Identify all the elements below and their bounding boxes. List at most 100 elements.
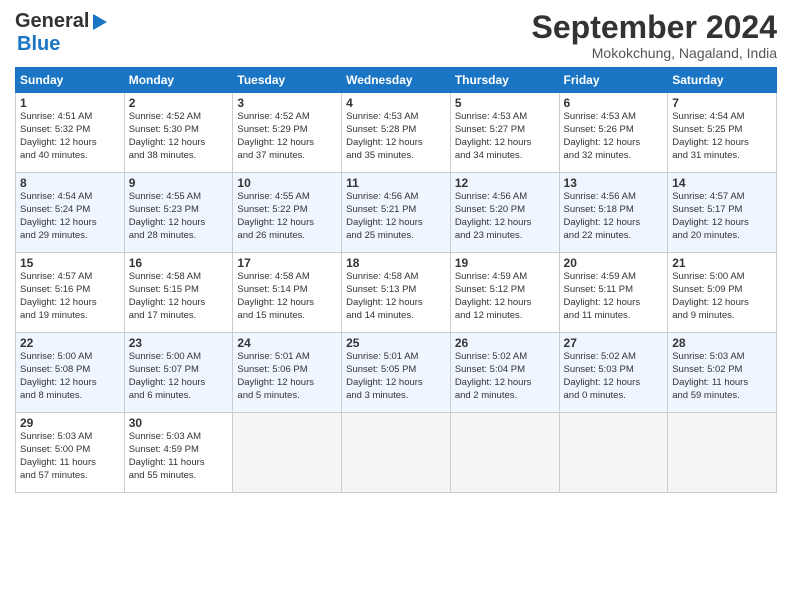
day-info: Sunrise: 4:55 AM Sunset: 5:22 PM Dayligh… (237, 191, 337, 242)
calendar-cell: 10Sunrise: 4:55 AM Sunset: 5:22 PM Dayli… (233, 173, 342, 253)
day-info: Sunrise: 5:00 AM Sunset: 5:08 PM Dayligh… (20, 351, 120, 402)
day-info: Sunrise: 4:52 AM Sunset: 5:30 PM Dayligh… (129, 111, 229, 162)
calendar-cell: 21Sunrise: 5:00 AM Sunset: 5:09 PM Dayli… (668, 253, 777, 333)
weekday-header-friday: Friday (559, 68, 668, 93)
calendar-cell: 19Sunrise: 4:59 AM Sunset: 5:12 PM Dayli… (450, 253, 559, 333)
day-info: Sunrise: 5:03 AM Sunset: 4:59 PM Dayligh… (129, 431, 229, 482)
calendar-cell: 7Sunrise: 4:54 AM Sunset: 5:25 PM Daylig… (668, 93, 777, 173)
calendar-table: SundayMondayTuesdayWednesdayThursdayFrid… (15, 67, 777, 493)
calendar-cell: 28Sunrise: 5:03 AM Sunset: 5:02 PM Dayli… (668, 333, 777, 413)
day-number: 21 (672, 256, 772, 270)
header: General Blue September 2024 Mokokchung, … (15, 10, 777, 61)
day-number: 6 (564, 96, 664, 110)
week-row-5: 29Sunrise: 5:03 AM Sunset: 5:00 PM Dayli… (16, 413, 777, 493)
calendar-cell: 24Sunrise: 5:01 AM Sunset: 5:06 PM Dayli… (233, 333, 342, 413)
calendar-cell: 18Sunrise: 4:58 AM Sunset: 5:13 PM Dayli… (342, 253, 451, 333)
calendar-cell: 25Sunrise: 5:01 AM Sunset: 5:05 PM Dayli… (342, 333, 451, 413)
day-info: Sunrise: 5:01 AM Sunset: 5:06 PM Dayligh… (237, 351, 337, 402)
day-info: Sunrise: 4:53 AM Sunset: 5:26 PM Dayligh… (564, 111, 664, 162)
day-info: Sunrise: 5:03 AM Sunset: 5:00 PM Dayligh… (20, 431, 120, 482)
calendar-cell (450, 413, 559, 493)
day-number: 7 (672, 96, 772, 110)
calendar-cell (668, 413, 777, 493)
calendar-cell: 2Sunrise: 4:52 AM Sunset: 5:30 PM Daylig… (124, 93, 233, 173)
day-info: Sunrise: 4:58 AM Sunset: 5:13 PM Dayligh… (346, 271, 446, 322)
calendar-container: General Blue September 2024 Mokokchung, … (0, 0, 792, 612)
calendar-cell: 22Sunrise: 5:00 AM Sunset: 5:08 PM Dayli… (16, 333, 125, 413)
day-info: Sunrise: 4:57 AM Sunset: 5:17 PM Dayligh… (672, 191, 772, 242)
day-number: 16 (129, 256, 229, 270)
calendar-cell: 13Sunrise: 4:56 AM Sunset: 5:18 PM Dayli… (559, 173, 668, 253)
day-number: 1 (20, 96, 120, 110)
day-number: 2 (129, 96, 229, 110)
weekday-header-monday: Monday (124, 68, 233, 93)
day-number: 3 (237, 96, 337, 110)
day-info: Sunrise: 4:58 AM Sunset: 5:15 PM Dayligh… (129, 271, 229, 322)
calendar-cell: 8Sunrise: 4:54 AM Sunset: 5:24 PM Daylig… (16, 173, 125, 253)
day-number: 22 (20, 336, 120, 350)
weekday-header-thursday: Thursday (450, 68, 559, 93)
week-row-4: 22Sunrise: 5:00 AM Sunset: 5:08 PM Dayli… (16, 333, 777, 413)
calendar-cell: 23Sunrise: 5:00 AM Sunset: 5:07 PM Dayli… (124, 333, 233, 413)
weekday-header-sunday: Sunday (16, 68, 125, 93)
day-info: Sunrise: 4:54 AM Sunset: 5:24 PM Dayligh… (20, 191, 120, 242)
day-number: 26 (455, 336, 555, 350)
calendar-cell: 26Sunrise: 5:02 AM Sunset: 5:04 PM Dayli… (450, 333, 559, 413)
calendar-cell: 11Sunrise: 4:56 AM Sunset: 5:21 PM Dayli… (342, 173, 451, 253)
calendar-cell: 3Sunrise: 4:52 AM Sunset: 5:29 PM Daylig… (233, 93, 342, 173)
day-number: 9 (129, 176, 229, 190)
title-area: September 2024 Mokokchung, Nagaland, Ind… (532, 10, 777, 61)
logo-blue: Blue (17, 33, 60, 56)
day-info: Sunrise: 4:56 AM Sunset: 5:18 PM Dayligh… (564, 191, 664, 242)
day-number: 13 (564, 176, 664, 190)
weekday-header-tuesday: Tuesday (233, 68, 342, 93)
day-number: 25 (346, 336, 446, 350)
day-info: Sunrise: 4:51 AM Sunset: 5:32 PM Dayligh… (20, 111, 120, 162)
day-number: 11 (346, 176, 446, 190)
day-info: Sunrise: 4:52 AM Sunset: 5:29 PM Dayligh… (237, 111, 337, 162)
calendar-cell (559, 413, 668, 493)
calendar-cell: 15Sunrise: 4:57 AM Sunset: 5:16 PM Dayli… (16, 253, 125, 333)
day-number: 18 (346, 256, 446, 270)
day-number: 15 (20, 256, 120, 270)
calendar-cell: 14Sunrise: 4:57 AM Sunset: 5:17 PM Dayli… (668, 173, 777, 253)
logo-general: General (15, 10, 89, 33)
day-number: 4 (346, 96, 446, 110)
day-number: 30 (129, 416, 229, 430)
month-title: September 2024 (532, 10, 777, 45)
day-info: Sunrise: 4:58 AM Sunset: 5:14 PM Dayligh… (237, 271, 337, 322)
day-info: Sunrise: 4:53 AM Sunset: 5:27 PM Dayligh… (455, 111, 555, 162)
calendar-cell: 12Sunrise: 4:56 AM Sunset: 5:20 PM Dayli… (450, 173, 559, 253)
logo: General Blue (15, 10, 109, 56)
day-number: 8 (20, 176, 120, 190)
day-info: Sunrise: 4:54 AM Sunset: 5:25 PM Dayligh… (672, 111, 772, 162)
week-row-1: 1Sunrise: 4:51 AM Sunset: 5:32 PM Daylig… (16, 93, 777, 173)
day-number: 27 (564, 336, 664, 350)
day-info: Sunrise: 4:56 AM Sunset: 5:20 PM Dayligh… (455, 191, 555, 242)
day-info: Sunrise: 4:59 AM Sunset: 5:12 PM Dayligh… (455, 271, 555, 322)
day-number: 28 (672, 336, 772, 350)
calendar-cell: 29Sunrise: 5:03 AM Sunset: 5:00 PM Dayli… (16, 413, 125, 493)
calendar-cell: 20Sunrise: 4:59 AM Sunset: 5:11 PM Dayli… (559, 253, 668, 333)
calendar-cell: 9Sunrise: 4:55 AM Sunset: 5:23 PM Daylig… (124, 173, 233, 253)
day-info: Sunrise: 4:57 AM Sunset: 5:16 PM Dayligh… (20, 271, 120, 322)
day-number: 23 (129, 336, 229, 350)
calendar-cell: 30Sunrise: 5:03 AM Sunset: 4:59 PM Dayli… (124, 413, 233, 493)
day-info: Sunrise: 4:53 AM Sunset: 5:28 PM Dayligh… (346, 111, 446, 162)
weekday-header-row: SundayMondayTuesdayWednesdayThursdayFrid… (16, 68, 777, 93)
day-info: Sunrise: 5:03 AM Sunset: 5:02 PM Dayligh… (672, 351, 772, 402)
day-info: Sunrise: 4:56 AM Sunset: 5:21 PM Dayligh… (346, 191, 446, 242)
day-info: Sunrise: 5:00 AM Sunset: 5:09 PM Dayligh… (672, 271, 772, 322)
calendar-cell (342, 413, 451, 493)
day-info: Sunrise: 5:02 AM Sunset: 5:03 PM Dayligh… (564, 351, 664, 402)
calendar-cell: 17Sunrise: 4:58 AM Sunset: 5:14 PM Dayli… (233, 253, 342, 333)
day-number: 5 (455, 96, 555, 110)
calendar-cell: 27Sunrise: 5:02 AM Sunset: 5:03 PM Dayli… (559, 333, 668, 413)
day-number: 17 (237, 256, 337, 270)
day-info: Sunrise: 5:01 AM Sunset: 5:05 PM Dayligh… (346, 351, 446, 402)
day-info: Sunrise: 5:02 AM Sunset: 5:04 PM Dayligh… (455, 351, 555, 402)
day-number: 24 (237, 336, 337, 350)
day-number: 10 (237, 176, 337, 190)
day-info: Sunrise: 4:59 AM Sunset: 5:11 PM Dayligh… (564, 271, 664, 322)
calendar-cell: 5Sunrise: 4:53 AM Sunset: 5:27 PM Daylig… (450, 93, 559, 173)
